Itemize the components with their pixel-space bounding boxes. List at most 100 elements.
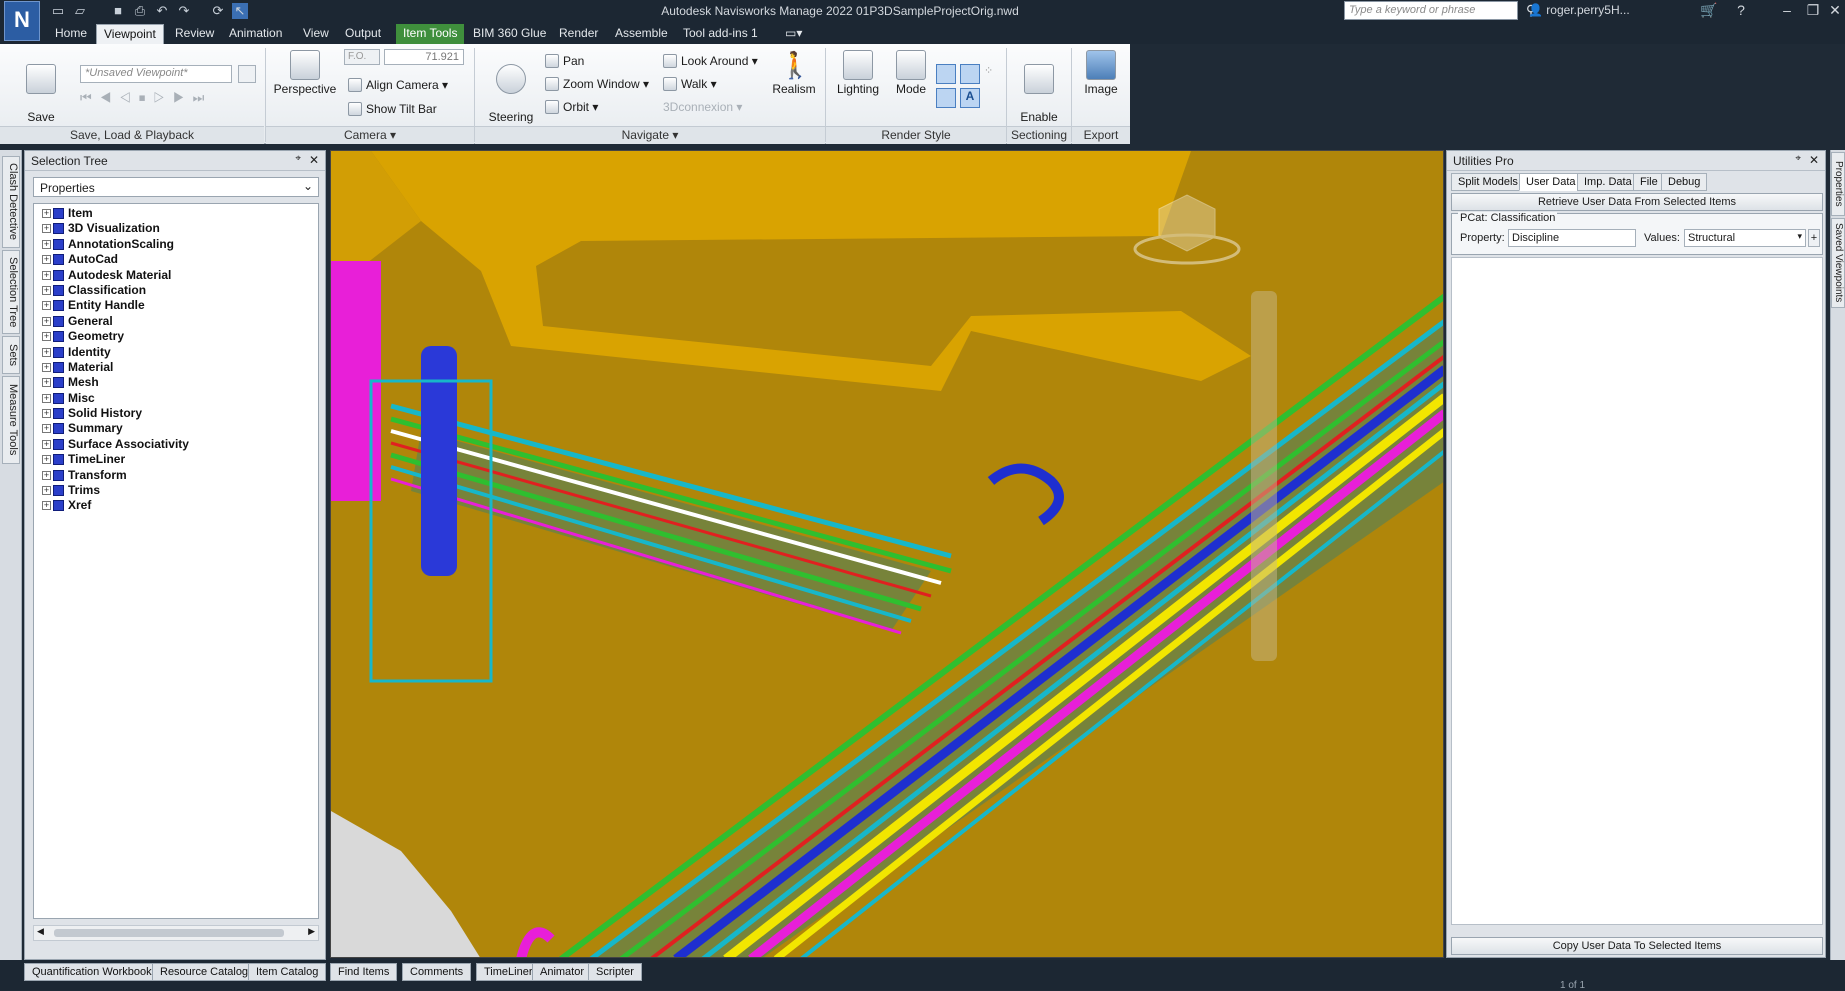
scroll-right-icon[interactable]: ▶ <box>308 926 315 937</box>
pin-icon[interactable]: ⌖ <box>1795 153 1801 164</box>
expand-icon[interactable]: + <box>42 393 51 403</box>
tree-item[interactable]: + Mesh <box>34 375 318 390</box>
tree-item[interactable]: + Transform <box>34 468 318 483</box>
close-panel-icon[interactable]: ✕ <box>1809 153 1819 167</box>
tab-animator[interactable]: Animator <box>532 963 593 981</box>
tab-output[interactable]: Output <box>338 24 388 44</box>
tree-item[interactable]: + AnnotationScaling <box>34 237 318 252</box>
points-toggle-icon[interactable]: ⁘ <box>984 64 1000 84</box>
tree-item[interactable]: + Solid History <box>34 406 318 421</box>
fov-input[interactable]: 71.921 <box>384 49 464 65</box>
ribbon-options-icon[interactable]: ▭▾ <box>778 24 809 44</box>
show-tilt-bar-button[interactable]: Show Tilt Bar <box>348 100 437 118</box>
expand-icon[interactable]: + <box>42 455 51 465</box>
restore-icon[interactable]: ❐ <box>1804 2 1822 19</box>
user-account[interactable]: 👤 roger.perry5H... <box>1528 3 1630 17</box>
expand-icon[interactable]: + <box>42 316 51 326</box>
tab-sets[interactable]: Sets <box>2 336 20 374</box>
expand-icon[interactable]: + <box>42 332 51 342</box>
tab-imp-data[interactable]: Imp. Data <box>1577 173 1639 191</box>
redo-icon[interactable]: ↷ <box>176 3 192 19</box>
scroll-left-icon[interactable]: ◀ <box>37 926 44 937</box>
steering-wheels-button[interactable]: Steering Wheels <box>480 50 542 138</box>
expand-icon[interactable]: + <box>42 301 51 311</box>
tree-item[interactable]: + TimeLiner <box>34 452 318 467</box>
tab-tool-addins[interactable]: Tool add-ins 1 <box>676 24 765 44</box>
perspective-button[interactable]: Perspective <box>272 50 338 96</box>
tree-item[interactable]: + Entity Handle <box>34 298 318 313</box>
realism-button[interactable]: 🚶 Realism <box>766 50 822 96</box>
horizontal-scrollbar[interactable]: ◀ ▶ <box>33 925 319 941</box>
expand-icon[interactable]: + <box>42 486 51 496</box>
tree-item[interactable]: +3D Visualization <box>34 221 318 236</box>
tab-home[interactable]: Home <box>48 24 94 44</box>
3d-viewport[interactable] <box>330 150 1444 958</box>
expand-icon[interactable]: + <box>42 378 51 388</box>
tree-item[interactable]: + Xref <box>34 498 318 513</box>
tab-render[interactable]: Render <box>552 24 605 44</box>
tab-measure-tools[interactable]: Measure Tools <box>2 376 20 464</box>
expand-icon[interactable]: + <box>42 439 51 449</box>
tab-split-models[interactable]: Split Models <box>1451 173 1525 191</box>
tree-item[interactable]: + Material <box>34 360 318 375</box>
help-icon[interactable]: ? <box>1732 2 1750 18</box>
tab-review[interactable]: Review <box>168 24 221 44</box>
look-around-button[interactable]: Look Around ▾ <box>663 52 758 70</box>
values-select[interactable]: Structural ▾ <box>1684 229 1806 247</box>
copy-user-data-button[interactable]: Copy User Data To Selected Items <box>1451 937 1823 955</box>
manage-viewpoints-icon[interactable] <box>238 65 256 83</box>
expand-icon[interactable]: + <box>42 224 51 234</box>
save-viewpoint-button[interactable]: Save Viewpoint <box>8 50 74 138</box>
cart-icon[interactable]: 🛒 <box>1700 2 1718 19</box>
walk-button[interactable]: Walk ▾ <box>663 75 717 93</box>
tab-debug[interactable]: Debug <box>1661 173 1708 191</box>
expand-icon[interactable]: + <box>42 209 51 218</box>
image-export-button[interactable]: Image <box>1076 50 1126 96</box>
expand-icon[interactable]: + <box>42 424 51 434</box>
expand-icon[interactable]: + <box>42 239 51 249</box>
tree-item[interactable]: + Summary <box>34 421 318 436</box>
tab-saved-viewpoints[interactable]: Saved Viewpoints <box>1831 218 1845 308</box>
search-input[interactable]: Type a keyword or phrase <box>1344 1 1518 20</box>
pan-button[interactable]: Pan <box>545 52 584 70</box>
tree-item[interactable]: + Classification <box>34 283 318 298</box>
close-panel-icon[interactable]: ✕ <box>309 153 319 167</box>
tab-selection-tree[interactable]: Selection Tree <box>2 250 20 334</box>
application-menu-button[interactable]: N <box>4 1 40 41</box>
tab-item-catalog[interactable]: Item Catalog <box>248 963 327 981</box>
lines-toggle-icon[interactable] <box>960 64 980 84</box>
tab-viewpoint[interactable]: Viewpoint <box>96 24 164 44</box>
property-input[interactable]: Discipline <box>1508 229 1636 247</box>
tab-animation[interactable]: Animation <box>222 24 289 44</box>
tab-clash-detective[interactable]: Clash Detective <box>2 156 20 248</box>
tree-item[interactable]: + Misc <box>34 391 318 406</box>
refresh-icon[interactable]: ⟳ <box>210 3 226 19</box>
print-icon[interactable]: ⎙ <box>132 3 148 19</box>
tab-bim360-glue[interactable]: BIM 360 Glue <box>466 24 553 44</box>
tree-item[interactable]: + General <box>34 314 318 329</box>
tab-timeliner[interactable]: TimeLiner <box>476 963 541 981</box>
enable-sectioning-button[interactable]: Enable Sectioning <box>1010 50 1068 138</box>
scrollbar-thumb[interactable] <box>54 929 284 937</box>
retrieve-user-data-button[interactable]: Retrieve User Data From Selected Items <box>1451 193 1823 211</box>
mode-button[interactable]: Mode <box>890 50 932 96</box>
tree-item[interactable]: + Trims <box>34 483 318 498</box>
open-file-icon[interactable]: ▱ <box>72 3 88 19</box>
expand-icon[interactable]: + <box>42 409 51 419</box>
save-icon[interactable]: ■ <box>110 3 126 19</box>
expand-icon[interactable]: + <box>42 285 51 295</box>
3dconnexion-button[interactable]: 3Dconnexion ▾ <box>663 98 742 116</box>
align-camera-button[interactable]: Align Camera ▾ <box>348 76 448 94</box>
expand-icon[interactable]: + <box>42 270 51 280</box>
tab-scripter[interactable]: Scripter <box>588 963 642 981</box>
expand-icon[interactable]: + <box>42 362 51 372</box>
tree-mode-select[interactable]: Properties ⌄ <box>33 177 319 197</box>
tab-file[interactable]: File <box>1633 173 1665 191</box>
viewpoint-combo[interactable]: *Unsaved Viewpoint* <box>80 65 232 83</box>
pin-icon[interactable]: ⌖ <box>295 153 301 164</box>
undo-icon[interactable]: ↶ <box>154 3 170 19</box>
zoom-window-button[interactable]: Zoom Window ▾ <box>545 75 649 93</box>
expand-icon[interactable]: + <box>42 501 51 511</box>
new-file-icon[interactable]: ▭ <box>50 3 66 19</box>
lighting-button[interactable]: Lighting <box>830 50 886 96</box>
